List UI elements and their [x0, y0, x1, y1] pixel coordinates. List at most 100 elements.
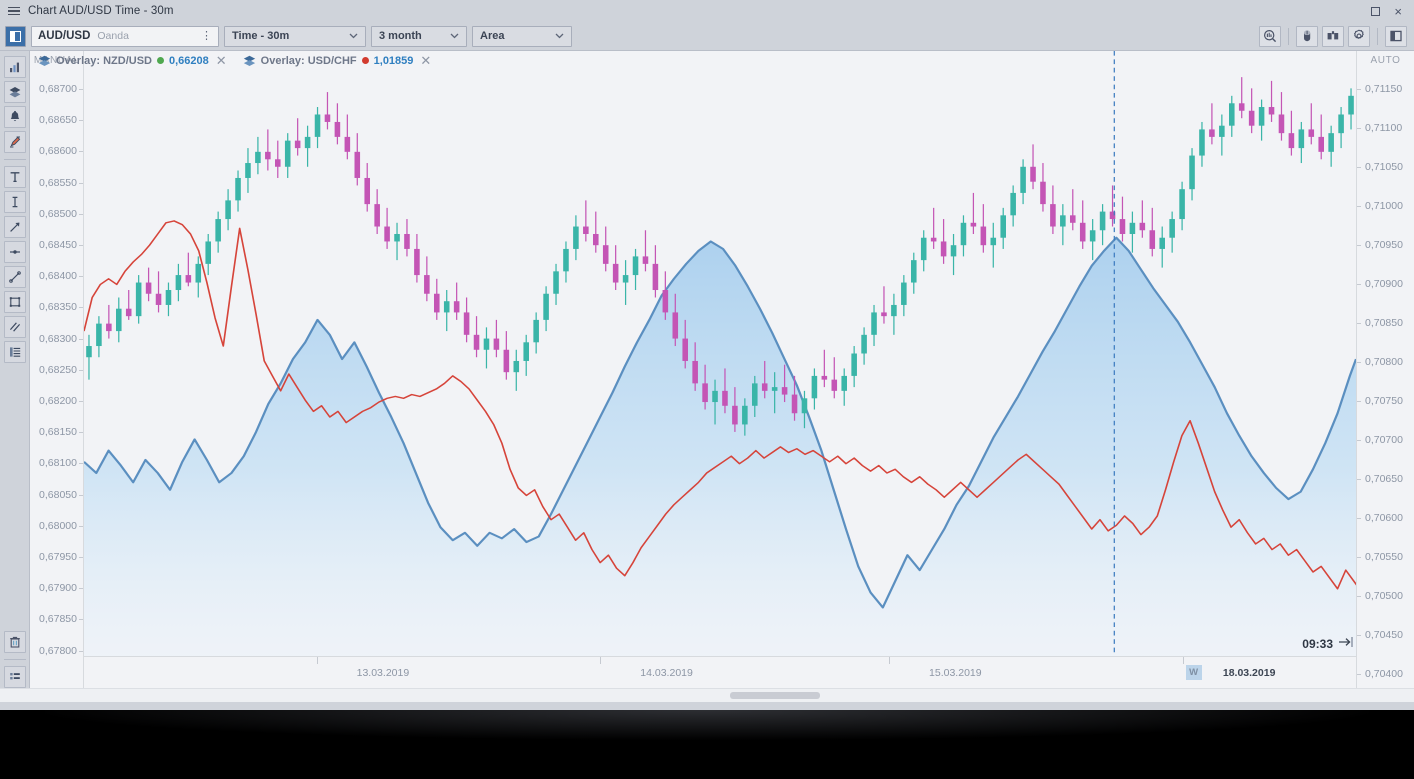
mouse-mode-icon [1304, 30, 1311, 42]
compare-icon [1327, 31, 1339, 40]
text-tool[interactable] [3, 166, 26, 188]
fibonacci-tool[interactable] [3, 341, 26, 363]
bar-chart-tool[interactable] [3, 56, 26, 78]
scrollbar-thumb[interactable] [730, 692, 820, 699]
axis-tick-mark [79, 494, 83, 496]
parallel-channel-tool[interactable] [3, 316, 26, 338]
range-dropdown[interactable]: 3 month [371, 25, 467, 47]
time-axis-label: 13.03.2019 [356, 667, 410, 679]
chart-canvas-area[interactable]: Overlay: NZD/USD 0,66208 ✕ Overlay: USD/… [30, 51, 1414, 688]
horizontal-ray-tool[interactable] [3, 241, 26, 263]
axis-tick-mark [79, 182, 83, 184]
overlay-label: Overlay: NZD/USD [56, 54, 152, 67]
layers-icon [38, 55, 51, 66]
chart-body: Overlay: NZD/USD 0,66208 ✕ Overlay: USD/… [0, 51, 1414, 688]
axis-tick-mark [1357, 557, 1361, 558]
maximize-button[interactable] [1371, 6, 1381, 16]
horizontal-scrollbar[interactable]: — + [0, 677, 1414, 702]
axis-tick: 0,70650 [1365, 473, 1403, 485]
layers-tool[interactable] [3, 81, 26, 103]
right-panel-button[interactable] [1385, 25, 1407, 47]
layers-icon [243, 55, 256, 66]
timeframe-dropdown[interactable]: Time - 30m [224, 25, 366, 47]
jump-to-now-icon[interactable] [1338, 635, 1354, 653]
chart-application-window: Chart AUD/USD Time - 30m × AUD/USD Oanda… [0, 0, 1414, 710]
axis-tick: 0,68050 [39, 488, 77, 501]
overlay-label: Overlay: USD/CHF [260, 54, 357, 67]
axis-tick: 0,68000 [39, 519, 77, 532]
overlay-close-icon[interactable]: ✕ [420, 54, 431, 67]
hamburger-menu-icon[interactable] [6, 4, 22, 18]
settings-button[interactable] [1348, 25, 1370, 47]
zoom-mode-button[interactable] [1259, 25, 1281, 47]
axis-tick: 0,71050 [1365, 161, 1403, 173]
drawing-tools-rail [0, 51, 30, 688]
arrow-tool[interactable] [3, 216, 26, 238]
axis-tick: 0,70600 [1365, 512, 1403, 524]
toolbar-divider [1288, 27, 1289, 45]
axis-tick: 0,68500 [39, 207, 77, 220]
overlay-close-icon[interactable]: ✕ [216, 54, 227, 67]
axis-tick: 0,68350 [39, 301, 77, 314]
objects-list-button[interactable] [3, 666, 26, 688]
axis-tick: 0,68550 [39, 176, 77, 189]
axis-tick-mark [79, 307, 83, 309]
axis-tick-mark [1357, 596, 1361, 597]
axis-tick: 0,71150 [1365, 83, 1403, 95]
time-axis-separator [600, 657, 602, 664]
week-badge: W [1185, 665, 1202, 680]
axis-tick-mark [79, 525, 83, 527]
left-price-axis[interactable]: MANUAL 0,68700 0,68650 0,68600 0,68550 0,685… [30, 51, 84, 688]
axis-tick: 0,70500 [1365, 590, 1403, 602]
mouse-mode-button[interactable] [1296, 25, 1318, 47]
close-icon: × [1394, 3, 1402, 19]
toolbar-divider [1377, 27, 1378, 45]
right-price-axis[interactable]: AUTO 0,71150 0,71100 0,71050 0,71000 0,70950… [1356, 51, 1414, 688]
current-time-indicator[interactable]: 09:33 [1302, 635, 1354, 653]
close-button[interactable]: × [1394, 3, 1402, 19]
time-axis-separator [316, 657, 318, 664]
objects-list-icon [9, 673, 20, 680]
axis-tick-mark [1357, 518, 1361, 519]
rectangle-tool[interactable] [3, 291, 26, 313]
axis-tick: 0,67900 [39, 582, 77, 595]
time-axis-label: 18.03.2019 [1222, 667, 1276, 679]
axis-tick-mark [1357, 89, 1361, 90]
axis-tick-mark [79, 588, 83, 590]
overlay-item-nzdusd[interactable]: Overlay: NZD/USD 0,66208 ✕ [38, 54, 227, 67]
time-axis[interactable]: 09:33 13.03.2019 14.03.2019 15.03.2019 W 18.… [84, 637, 1356, 688]
more-vertical-icon[interactable]: ⋮ [201, 31, 212, 42]
axis-tick: 0,70900 [1365, 278, 1403, 290]
trend-line-tool[interactable] [3, 266, 26, 288]
vertical-line-tool[interactable] [3, 191, 26, 213]
axis-tick-mark [79, 463, 83, 465]
window-title-bar: Chart AUD/USD Time - 30m × [0, 0, 1414, 22]
current-time-label: 09:33 [1302, 637, 1333, 651]
alert-tool[interactable] [3, 106, 26, 128]
axis-tick: 0,70950 [1365, 239, 1403, 251]
axis-tick-mark [1357, 128, 1361, 129]
axis-tick-mark [79, 276, 83, 278]
chart-type-dropdown[interactable]: Area [472, 25, 572, 47]
window-footer [0, 702, 1414, 710]
axis-tick-mark [1357, 401, 1361, 402]
symbol-source: Oanda [97, 30, 129, 42]
delete-objects-button[interactable] [3, 631, 26, 653]
axis-tick-mark [79, 89, 83, 90]
time-axis-label: 14.03.2019 [640, 667, 693, 679]
draw-tool[interactable] [3, 131, 26, 153]
symbol-selector[interactable]: AUD/USD Oanda ⋮ [31, 25, 219, 47]
chevron-down-icon [335, 33, 358, 39]
right-axis-mode[interactable]: AUTO [1357, 51, 1414, 66]
overlay-item-usdchf[interactable]: Overlay: USD/CHF 1,01859 ✕ [243, 54, 431, 67]
axis-tick-mark [79, 338, 83, 340]
panel-toggle-button[interactable] [5, 25, 26, 47]
axis-tick: 0,71100 [1365, 122, 1403, 134]
symbol-name: AUD/USD [38, 30, 91, 42]
compare-button[interactable] [1322, 25, 1344, 47]
plot-area[interactable] [84, 51, 1356, 656]
axis-tick: 0,70550 [1365, 551, 1403, 563]
chevron-down-icon [541, 33, 564, 39]
chart-toolbar: AUD/USD Oanda ⋮ Time - 30m 3 month Area [0, 22, 1414, 51]
fibonacci-icon [9, 347, 20, 357]
